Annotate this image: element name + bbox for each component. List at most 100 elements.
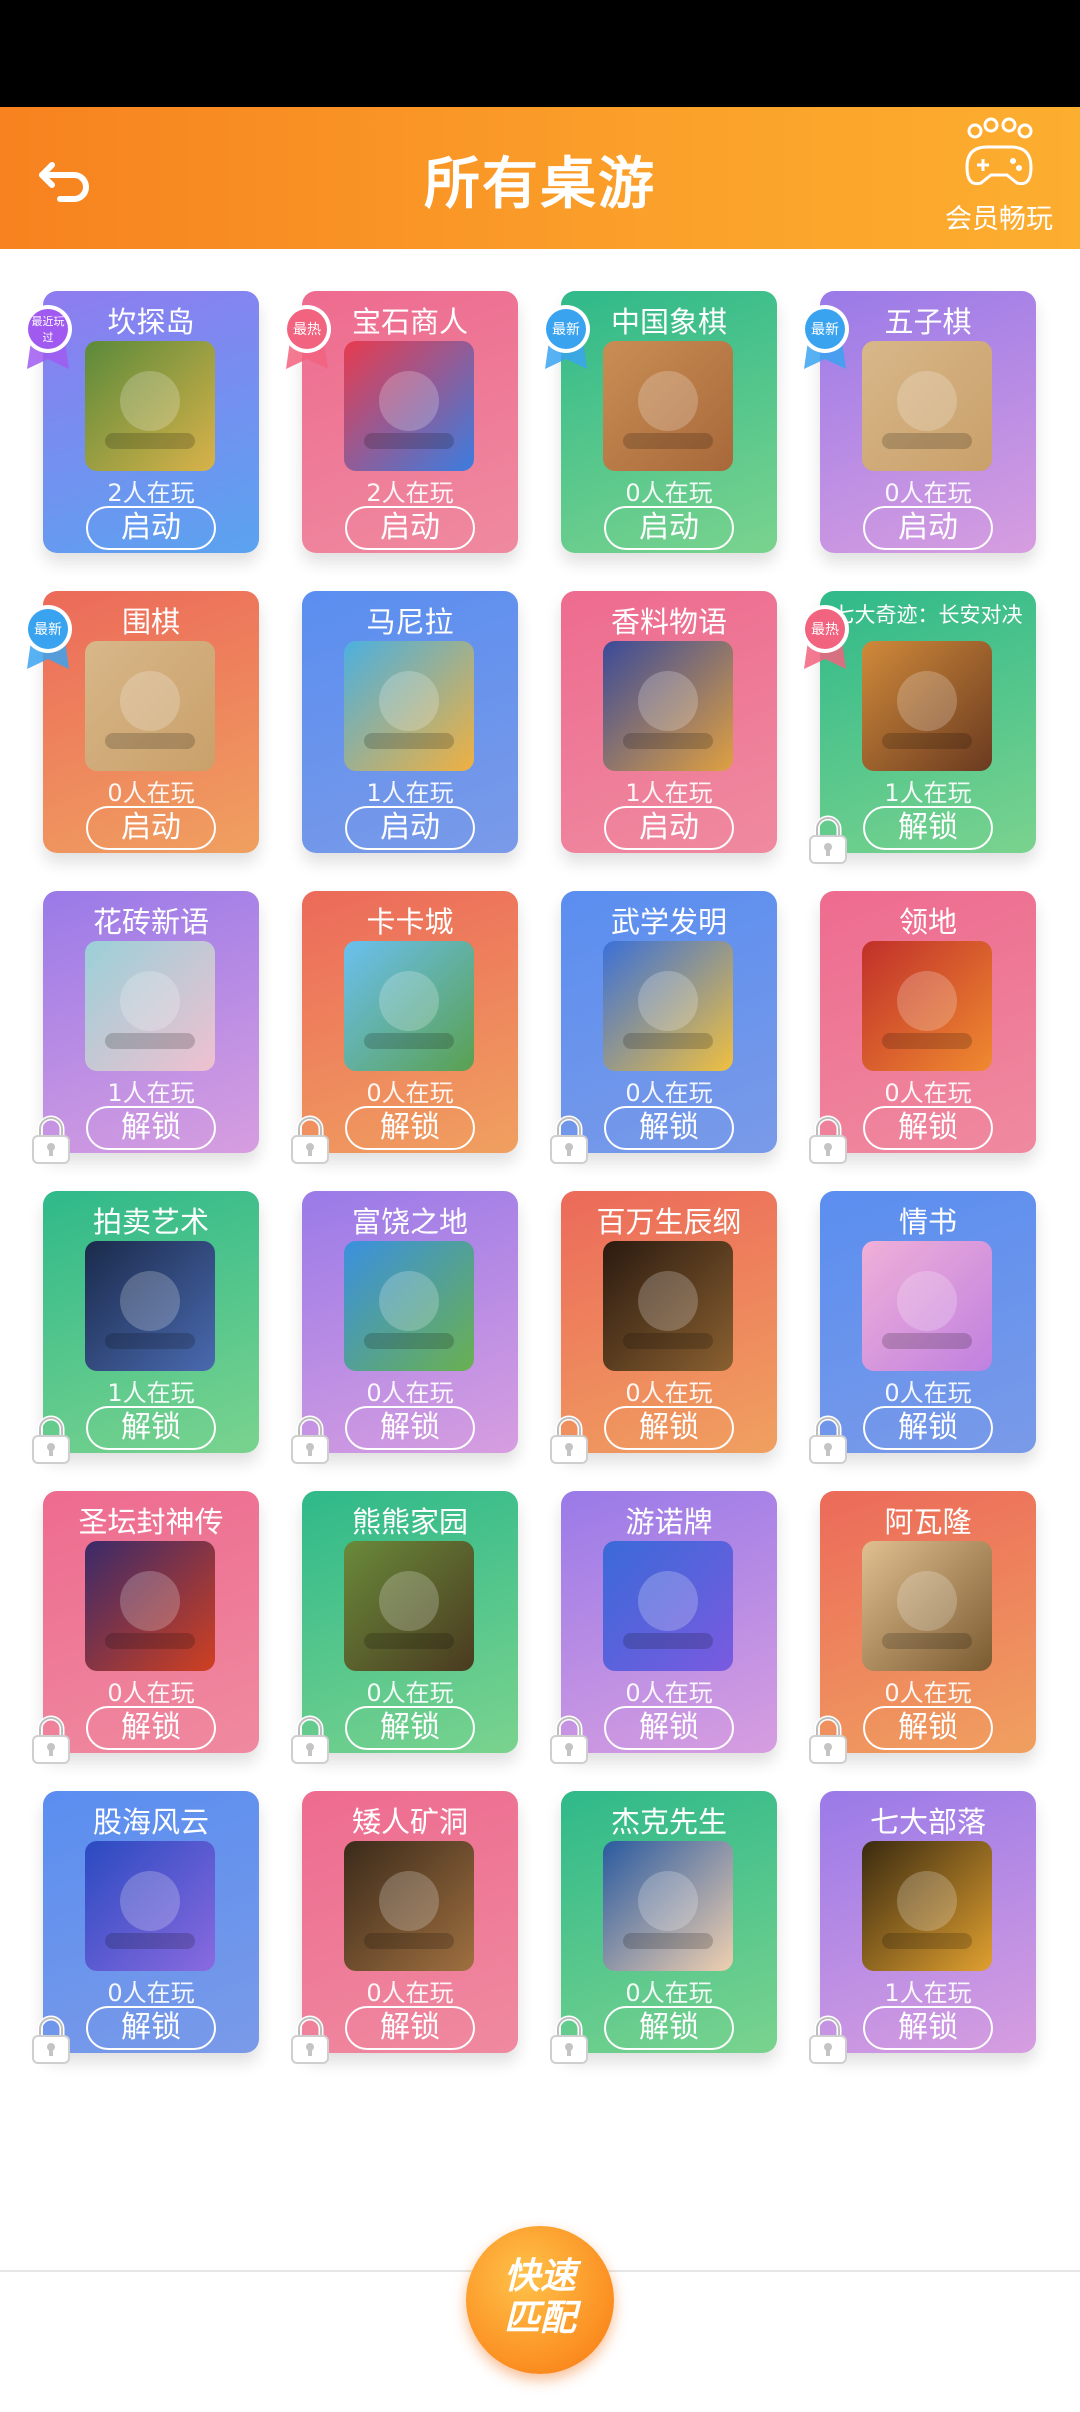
game-title: 百万生辰纲 <box>596 1205 742 1239</box>
lock-icon <box>806 2013 850 2065</box>
game-card[interactable]: 矮人矿洞 0人在玩 解锁 <box>291 1791 518 2064</box>
game-card[interactable]: 坎探岛 2人在玩 启动 最近玩过 <box>24 291 259 553</box>
player-count: 0人在玩 <box>625 1679 713 1707</box>
fertile-land-icon <box>344 1241 474 1371</box>
game-card[interactable]: 富饶之地 0人在玩 解锁 <box>291 1191 518 1464</box>
game-card[interactable]: 宝石商人 2人在玩 启动 最热 <box>283 291 518 553</box>
badge-ribbon-icon: 最近玩过 <box>19 301 77 371</box>
chinese-chess-icon <box>603 341 733 471</box>
player-count: 1人在玩 <box>107 1079 195 1107</box>
unlock-button[interactable]: 解锁 <box>863 1106 993 1150</box>
game-title: 游诺牌 <box>625 1505 713 1539</box>
unlock-button[interactable]: 解锁 <box>863 1706 993 1750</box>
player-count: 0人在玩 <box>884 1679 972 1707</box>
game-title: 马尼拉 <box>366 605 454 639</box>
gomoku-icon <box>862 341 992 471</box>
unlock-button[interactable]: 解锁 <box>604 1106 734 1150</box>
unlock-button[interactable]: 解锁 <box>86 1706 216 1750</box>
game-title: 矮人矿洞 <box>351 1805 468 1839</box>
game-card[interactable]: 花砖新语 1人在玩 解锁 <box>32 891 259 1164</box>
player-count: 0人在玩 <box>366 1079 454 1107</box>
bear-home-icon <box>344 1541 474 1671</box>
seven-tribes-icon <box>862 1841 992 1971</box>
lock-icon <box>547 1713 591 1765</box>
gamepad-paw-icon <box>965 117 1033 186</box>
game-card[interactable]: 熊熊家园 0人在玩 解锁 <box>291 1491 518 1764</box>
auction-art-icon <box>85 1241 215 1371</box>
unlock-button[interactable]: 解锁 <box>86 1106 216 1150</box>
status-bar <box>0 0 1080 107</box>
avalon-icon <box>862 1541 992 1671</box>
start-button[interactable]: 启动 <box>604 806 734 850</box>
game-card[interactable]: 围棋 0人在玩 启动 最新 <box>24 591 259 853</box>
player-count: 2人在玩 <box>107 479 195 507</box>
unlock-button[interactable]: 解锁 <box>604 2006 734 2050</box>
game-card[interactable]: 杰克先生 0人在玩 解锁 <box>550 1791 777 2064</box>
player-count: 1人在玩 <box>625 779 713 807</box>
game-card[interactable]: 五子棋 0人在玩 启动 最新 <box>801 291 1036 553</box>
unlock-button[interactable]: 解锁 <box>86 2006 216 2050</box>
unlock-button[interactable]: 解锁 <box>604 1406 734 1450</box>
game-card[interactable]: 中国象棋 0人在玩 启动 最新 <box>542 291 777 553</box>
unlock-button[interactable]: 解锁 <box>345 1706 475 1750</box>
start-button[interactable]: 启动 <box>86 506 216 550</box>
game-card[interactable]: 领地 0人在玩 解锁 <box>809 891 1036 1164</box>
game-title: 熊熊家园 <box>351 1505 468 1539</box>
game-card[interactable]: 阿瓦隆 0人在玩 解锁 <box>809 1491 1036 1764</box>
unlock-button[interactable]: 解锁 <box>604 1706 734 1750</box>
unlock-button[interactable]: 解锁 <box>345 1106 475 1150</box>
start-button[interactable]: 启动 <box>345 806 475 850</box>
game-card[interactable]: 拍卖艺术 1人在玩 解锁 <box>32 1191 259 1464</box>
game-title: 股海风云 <box>92 1805 209 1839</box>
game-card[interactable]: 卡卡城 0人在玩 解锁 <box>291 891 518 1164</box>
lock-icon <box>288 1713 332 1765</box>
game-card[interactable]: 香料物语 1人在玩 启动 <box>561 591 777 853</box>
lock-icon <box>288 2013 332 2065</box>
game-card[interactable]: 游诺牌 0人在玩 解锁 <box>550 1491 777 1764</box>
unlock-button[interactable]: 解锁 <box>86 1406 216 1450</box>
unlock-button[interactable]: 解锁 <box>863 2006 993 2050</box>
game-title: 花砖新语 <box>92 905 209 939</box>
game-title: 拍卖艺术 <box>92 1205 209 1239</box>
lock-icon <box>29 1113 73 1165</box>
lock-icon <box>29 1713 73 1765</box>
start-button[interactable]: 启动 <box>86 806 216 850</box>
badge-ribbon-icon: 最新 <box>796 301 854 371</box>
uno-cards-icon <box>603 1541 733 1671</box>
game-card[interactable]: 马尼拉 1人在玩 启动 <box>302 591 518 853</box>
badge-ribbon-icon: 最热 <box>278 301 336 371</box>
badge-label: 最新 <box>34 622 62 638</box>
unlock-button[interactable]: 解锁 <box>345 2006 475 2050</box>
game-card[interactable]: 七大部落 1人在玩 解锁 <box>809 1791 1036 2064</box>
unlock-button[interactable]: 解锁 <box>863 1406 993 1450</box>
player-count: 0人在玩 <box>107 1979 195 2007</box>
badge-ribbon-icon: 最热 <box>796 601 854 671</box>
lock-icon <box>547 2013 591 2065</box>
territory-icon <box>862 941 992 1071</box>
game-title: 武学发明 <box>610 905 727 939</box>
spice-story-icon <box>603 641 733 771</box>
vip-play-button[interactable]: 会员畅玩 <box>934 117 1064 247</box>
quick-match-button[interactable]: 快速 匹配 <box>466 2226 614 2374</box>
game-card[interactable]: 七大奇迹：长安对决 1人在玩 解锁 最热 <box>801 591 1036 864</box>
martial-invention-icon <box>603 941 733 1071</box>
start-button[interactable]: 启动 <box>345 506 475 550</box>
player-count: 2人在玩 <box>366 479 454 507</box>
game-card[interactable]: 武学发明 0人在玩 解锁 <box>550 891 777 1164</box>
stock-market-icon <box>85 1841 215 1971</box>
player-count: 1人在玩 <box>884 1979 972 2007</box>
unlock-button[interactable]: 解锁 <box>345 1406 475 1450</box>
game-card[interactable]: 股海风云 0人在玩 解锁 <box>32 1791 259 2064</box>
player-count: 0人在玩 <box>625 1079 713 1107</box>
start-button[interactable]: 启动 <box>863 506 993 550</box>
badge-ribbon-icon: 最新 <box>19 601 77 671</box>
lock-icon <box>547 1413 591 1465</box>
game-card[interactable]: 情书 0人在玩 解锁 <box>809 1191 1036 1464</box>
game-title: 杰克先生 <box>610 1805 727 1839</box>
player-count: 1人在玩 <box>366 779 454 807</box>
game-card[interactable]: 百万生辰纲 0人在玩 解锁 <box>550 1191 777 1464</box>
unlock-button[interactable]: 解锁 <box>863 806 993 850</box>
game-card[interactable]: 圣坛封神传 0人在玩 解锁 <box>32 1491 259 1764</box>
start-button[interactable]: 启动 <box>604 506 734 550</box>
top-header: 所有桌游 会员畅玩 <box>0 107 1080 249</box>
